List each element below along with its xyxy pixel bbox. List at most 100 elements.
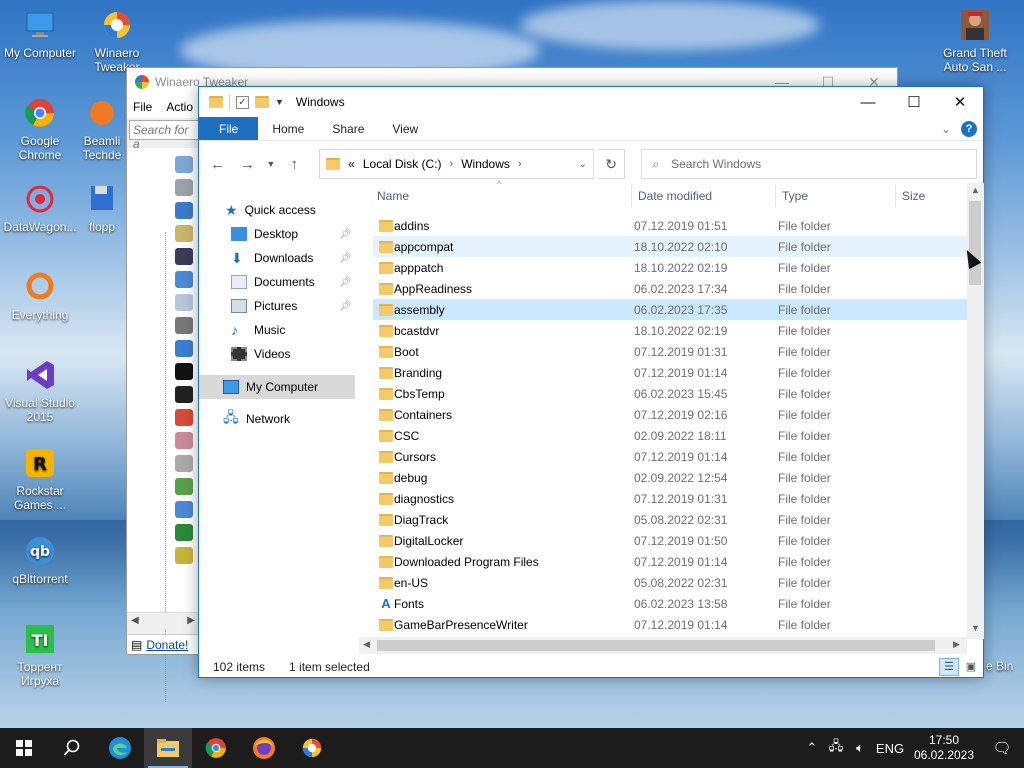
scroll-left-icon[interactable]: ◀ [363, 639, 370, 650]
desktop-icon-rockstar[interactable]: R Rockstar Games ... [0, 446, 80, 512]
column-divider[interactable] [895, 185, 896, 207]
donate-link[interactable]: Donate! [146, 638, 188, 652]
large-icons-view-icon[interactable]: ▣ [961, 658, 981, 676]
start-button[interactable] [0, 728, 48, 768]
back-button[interactable]: ← [205, 151, 230, 177]
winaero-tree-scrollbar[interactable]: ◀ ▶ [127, 612, 199, 629]
file-row[interactable]: CbsTemp 06.02.2023 15:45 File folder [373, 383, 967, 404]
tree-item-icon[interactable] [175, 248, 193, 265]
chevron-right-icon[interactable]: › [518, 158, 522, 170]
maximize-button[interactable]: ☐ [891, 87, 937, 117]
refresh-button[interactable]: ↻ [597, 149, 626, 179]
breadcrumb-windows[interactable]: Windows [461, 157, 510, 171]
scroll-up-icon[interactable]: ▲ [971, 185, 980, 195]
file-row[interactable]: en-US 05.08.2022 02:31 File folder [373, 572, 967, 593]
file-row[interactable]: DigitalLocker 07.12.2019 01:50 File folder [373, 530, 967, 551]
scroll-right-icon[interactable]: ▶ [953, 639, 960, 650]
taskbar-chrome[interactable] [192, 728, 240, 768]
file-row[interactable]: AppReadiness 06.02.2023 17:34 File folder [373, 278, 967, 299]
properties-check-icon[interactable]: ✓ [236, 95, 249, 109]
desktop-icon-beamli[interactable]: Beamli Techde [77, 96, 127, 162]
scroll-thumb[interactable] [969, 201, 981, 285]
tree-item-icon[interactable] [175, 317, 193, 334]
taskbar-edge[interactable] [96, 728, 144, 768]
customize-toolbar-icon[interactable]: ▼ [275, 97, 284, 107]
file-row[interactable]: Containers 07.12.2019 02:16 File folder [373, 404, 967, 425]
file-row[interactable]: Cursors 07.12.2019 01:14 File folder [373, 446, 967, 467]
gear-icon[interactable] [175, 363, 193, 380]
chevron-up-icon[interactable]: ⌃ [800, 740, 824, 756]
tab-home[interactable]: Home [258, 117, 318, 140]
tree-item-icon[interactable] [175, 432, 193, 449]
forward-button[interactable]: → [234, 151, 259, 177]
desktop-icon-visual-studio[interactable]: Visual Studio 2015 [0, 358, 80, 424]
tree-item-icon[interactable] [175, 478, 193, 495]
file-row[interactable]: addins 07.12.2019 01:51 File folder [373, 215, 967, 236]
column-type[interactable]: Type [782, 189, 808, 203]
file-row[interactable]: apppatch 18.10.2022 02:19 File folder [373, 257, 967, 278]
notifications-icon[interactable]: 🗨︎ [980, 728, 1024, 768]
tree-item-icon[interactable] [175, 179, 193, 196]
scroll-thumb[interactable] [377, 640, 935, 651]
nav-videos[interactable]: Videos [231, 343, 290, 365]
pin-icon[interactable]: 📌︎ [339, 277, 352, 288]
chevron-down-icon[interactable]: ⌄ [579, 159, 587, 170]
taskbar-firefox[interactable] [240, 728, 288, 768]
tab-share[interactable]: Share [318, 117, 378, 140]
file-row[interactable]: diagnostics 07.12.2019 01:31 File folder [373, 488, 967, 509]
taskbar-search-button[interactable] [48, 728, 96, 768]
console-icon[interactable] [175, 386, 193, 403]
nav-desktop[interactable]: Desktop 📌︎ [231, 223, 352, 245]
desktop-icon-chrome[interactable]: Google Chrome [0, 96, 80, 162]
tree-item-icon[interactable] [175, 225, 193, 242]
explorer-titlebar[interactable]: ✓ ▼ Windows — ☐ ✕ [199, 87, 983, 117]
help-icon[interactable]: ? [961, 120, 977, 137]
winaero-search-input[interactable]: Search for a [129, 120, 199, 151]
tab-file[interactable]: File [199, 117, 259, 140]
column-size[interactable]: Size [902, 189, 925, 203]
power-icon[interactable] [175, 409, 193, 426]
file-row[interactable]: bcastdvr 18.10.2022 02:19 File folder [373, 320, 967, 341]
breadcrumb-overflow[interactable]: « [348, 157, 355, 171]
taskbar-file-explorer[interactable] [144, 728, 192, 768]
column-divider[interactable] [631, 185, 632, 207]
new-folder-icon[interactable] [255, 96, 269, 108]
desktop-icon-datawagon[interactable]: DataWagon... [0, 182, 80, 234]
column-divider[interactable] [775, 185, 776, 207]
tab-view[interactable]: View [378, 117, 432, 140]
column-date-modified[interactable]: Date modified [638, 189, 712, 203]
file-row[interactable]: GameBarPresenceWriter 07.12.2019 01:14 Fil… [373, 614, 967, 635]
desktop-icon-everything[interactable]: Everything [0, 270, 80, 322]
desktop-icon-gta[interactable]: Grand Theft Auto San ... [935, 8, 1015, 74]
search-input[interactable]: ⌕ Search Windows [641, 149, 977, 179]
chevron-right-icon[interactable]: › [450, 158, 454, 170]
shield-icon[interactable] [175, 202, 193, 219]
file-row[interactable]: Boot 07.12.2019 01:31 File folder [373, 341, 967, 362]
column-name[interactable]: Name [377, 189, 409, 203]
file-row[interactable]: Downloaded Program Files 07.12.2019 01:14… [373, 551, 967, 572]
nav-music[interactable]: ♪ Music [231, 319, 285, 341]
tree-item-icon[interactable] [175, 294, 193, 311]
nav-network[interactable]: 🖧︎ Network [223, 408, 290, 430]
desktop-icon-winaero[interactable]: Winaero Tweaker [77, 8, 157, 74]
desktop-icon-qbittorrent[interactable]: qb qBittorrent [0, 534, 80, 586]
tree-item-icon[interactable] [175, 156, 193, 173]
expand-ribbon-icon[interactable]: ⌄ [941, 122, 951, 136]
recycle-bin-label[interactable]: e Bin [986, 659, 1013, 673]
breadcrumb-local-disk[interactable]: Local Disk (C:) [363, 157, 442, 171]
horizontal-scrollbar[interactable]: ◀ ▶ [359, 637, 967, 654]
mouse-icon[interactable] [175, 455, 193, 472]
file-row[interactable]: DiagTrack 05.08.2022 02:31 File folder [373, 509, 967, 530]
language-indicator[interactable]: ENG [872, 741, 908, 756]
scroll-down-icon[interactable]: ▼ [971, 623, 980, 633]
tree-item-icon[interactable] [175, 524, 193, 541]
volume-icon[interactable]: 🔈︎ [848, 740, 872, 756]
desktop-icon-my-computer[interactable]: My Computer [0, 8, 80, 60]
desktop-icon-torrent-igruha[interactable]: TI Торрент Игруха [0, 622, 80, 688]
tree-item-icon[interactable] [175, 547, 193, 564]
close-button[interactable]: ✕ [937, 87, 983, 117]
recent-locations-icon[interactable]: ▼ [264, 151, 278, 177]
taskbar-winaero[interactable] [288, 728, 336, 768]
file-row[interactable]: debug 02.09.2022 12:54 File folder [373, 467, 967, 488]
winaero-menu-file[interactable]: File [133, 100, 152, 114]
